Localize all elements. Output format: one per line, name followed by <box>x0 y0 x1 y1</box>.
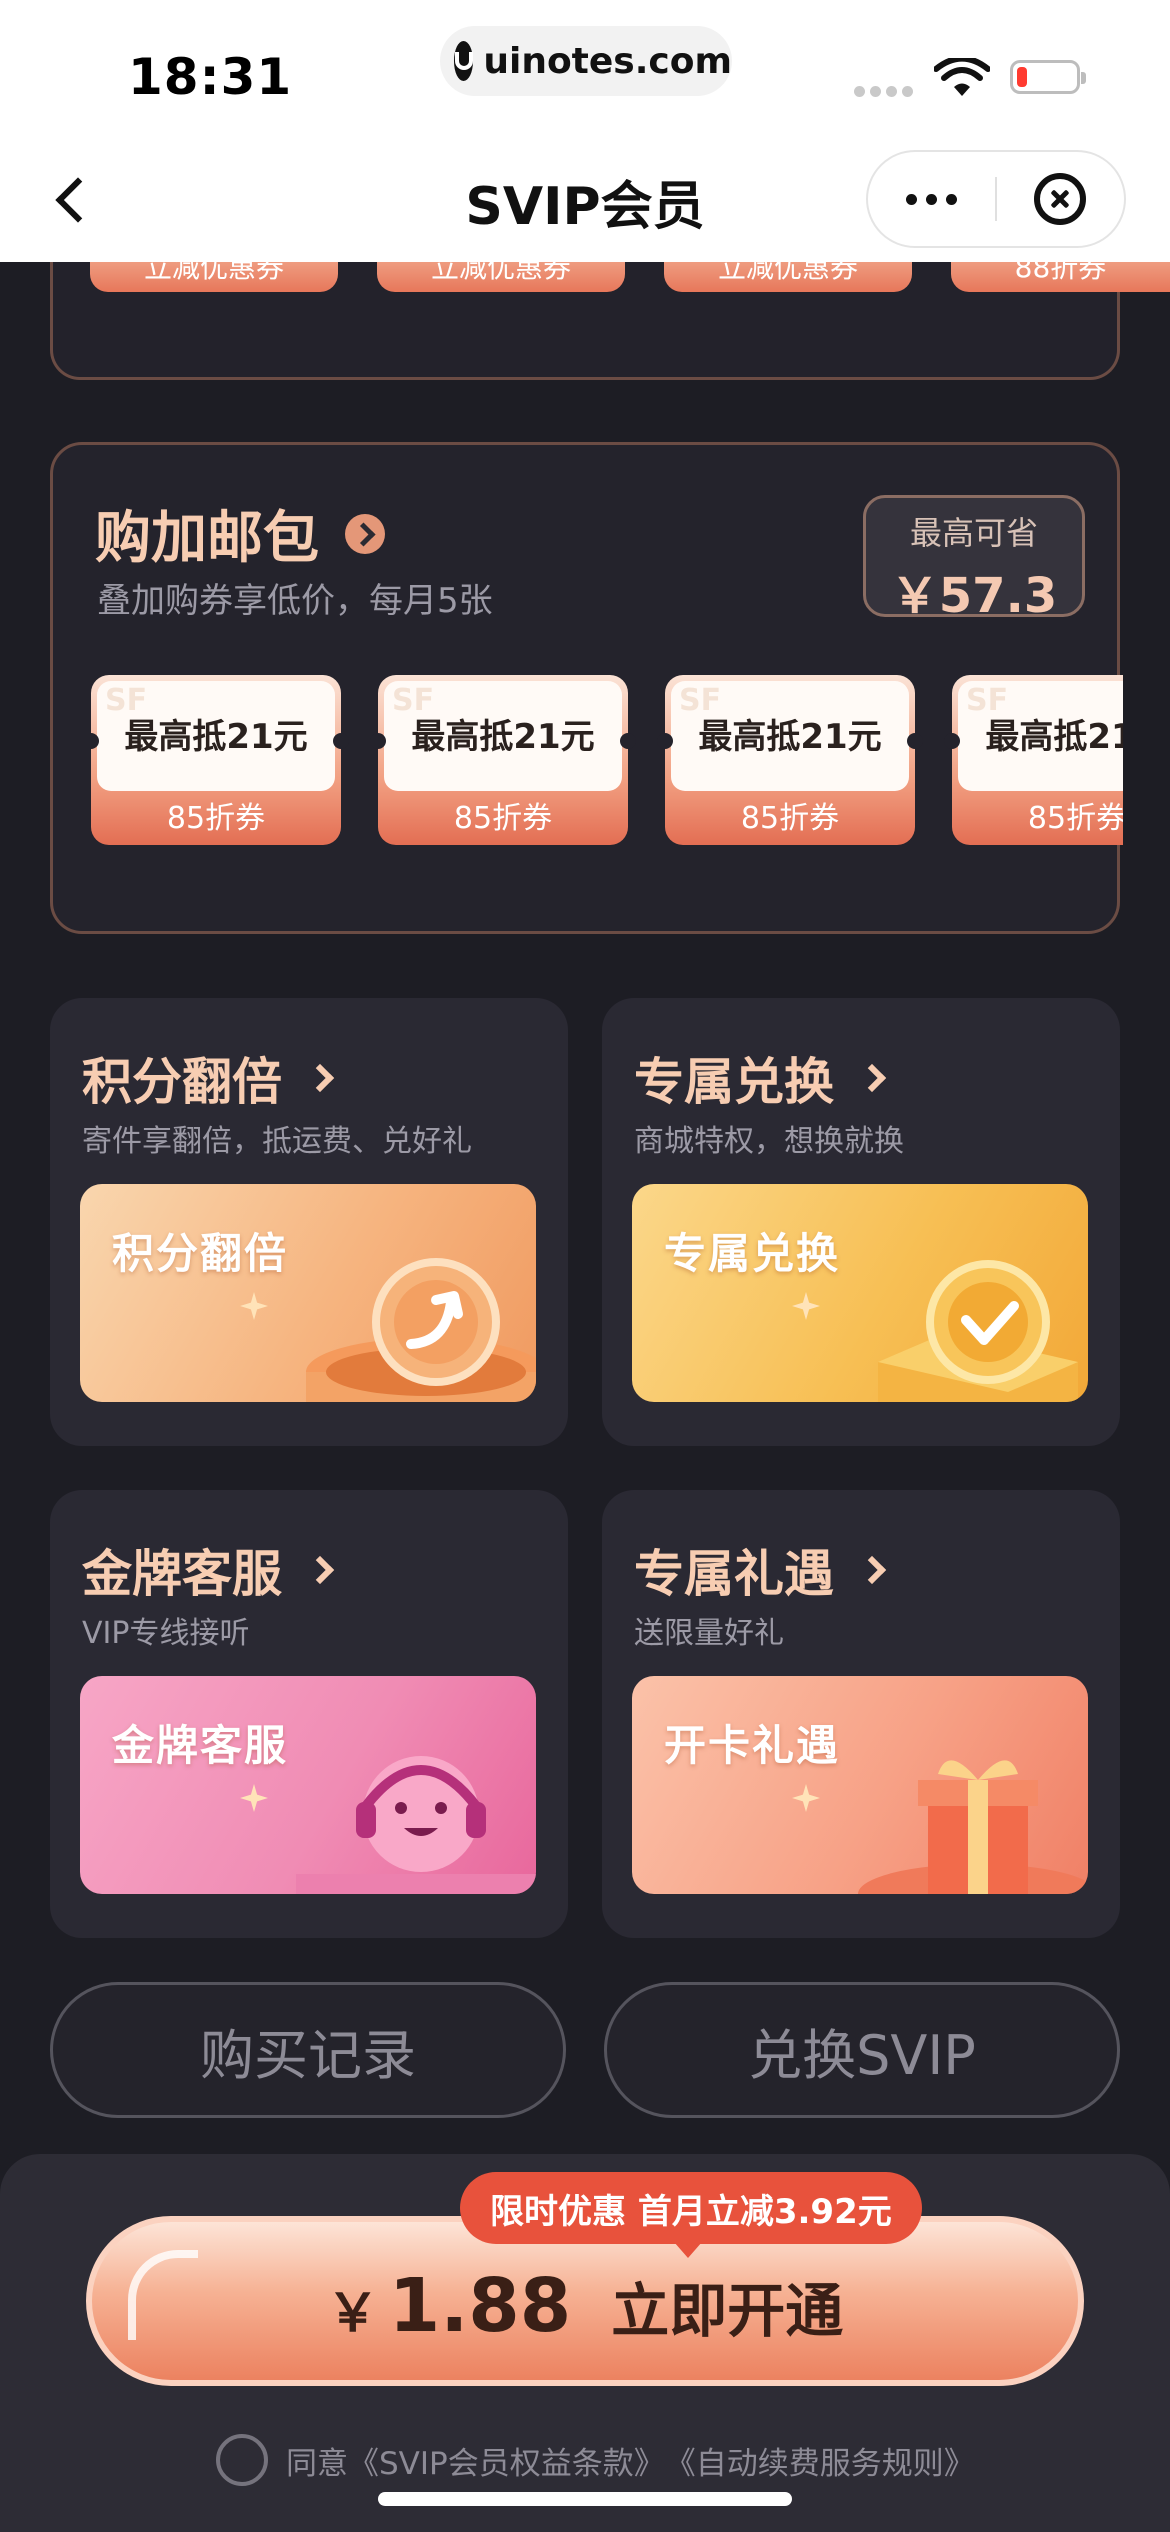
benefit-desc: VIP专线接听 <box>82 1616 250 1651</box>
customer-service-icon <box>296 1756 536 1894</box>
home-indicator <box>378 2492 792 2506</box>
benefit-title: 专属礼遇 <box>634 1534 887 1606</box>
benefit-desc: 送限量好礼 <box>634 1616 784 1651</box>
sparkle-icon <box>240 1292 268 1320</box>
benefit-banner: 金牌客服 <box>80 1676 536 1894</box>
bundle-title: 购加邮包 <box>95 506 319 571</box>
coupon-amount: 最高抵21元 <box>985 717 1123 757</box>
close-icon <box>1034 173 1087 225</box>
bundle-subtitle: 叠加购券享低价，每月5张 <box>97 581 493 621</box>
benefit-title: 积分翻倍 <box>82 1042 335 1114</box>
chevron-right-icon <box>305 1555 335 1585</box>
banner-text: 开卡礼遇 <box>664 1721 841 1770</box>
chevron-right-icon <box>857 1063 887 1093</box>
currency-symbol: ￥ <box>326 2284 379 2344</box>
benefit-banner: 专属兑换 <box>632 1184 1088 1402</box>
benefit-card-exclusive-gift[interactable]: 专属礼遇 送限量好礼 开卡礼遇 <box>602 1490 1120 1938</box>
banner-text: 专属兑换 <box>664 1229 841 1278</box>
coupon-amount: 最高抵21元 <box>124 717 308 757</box>
more-button[interactable] <box>868 152 995 246</box>
benefit-desc: 商城特权，想换就换 <box>634 1124 904 1159</box>
promo-badge: 限时优惠 首月立减3.92元 <box>460 2172 922 2258</box>
cellular-signal-icon <box>854 86 913 97</box>
benefit-banner: 积分翻倍 <box>80 1184 536 1402</box>
chevron-right-icon <box>857 1555 887 1585</box>
banner-text: 积分翻倍 <box>112 1229 289 1278</box>
sparkle-icon <box>792 1292 820 1320</box>
benefit-desc: 寄件享翻倍，抵运费、兑好礼 <box>82 1124 472 1159</box>
coupon-type: 85折券 <box>1027 801 1123 836</box>
coupon-type: 85折券 <box>166 801 266 836</box>
status-time: 18:31 <box>128 48 293 106</box>
coupon-type: 85折券 <box>453 801 553 836</box>
benefit-card-points-double[interactable]: 积分翻倍 寄件享翻倍，抵运费、兑好礼 积分翻倍 <box>50 998 568 1446</box>
coupon-ticket[interactable]: SF 最高抵21元 85折券 <box>91 675 349 845</box>
coupon-ticket[interactable]: SF 最高抵21元 85折券 <box>657 675 923 845</box>
purchase-record-button[interactable]: 购买记录 <box>50 1982 566 2118</box>
open-now-label: 立即开通 <box>611 2277 844 2345</box>
benefit-card-gold-service[interactable]: 金牌客服 VIP专线接听 金牌客服 <box>50 1490 568 1938</box>
coupon-ticket[interactable]: SF 最高抵21元 85折券 <box>370 675 636 845</box>
benefit-banner: 开卡礼遇 <box>632 1676 1088 1894</box>
coupon-list: SF 最高抵21元 85折券 SF 最高抵21元 85折券 SF 最高抵21元 … <box>91 675 1123 851</box>
agreement-row: 同意 《SVIP会员权益条款》 《自动续费服务规则》 <box>216 2430 975 2490</box>
mini-program-capsule <box>866 150 1126 248</box>
price-value: 1.88 <box>388 2263 572 2349</box>
sparkle-icon <box>792 1784 820 1812</box>
site-icon <box>454 41 474 81</box>
benefit-title: 金牌客服 <box>82 1534 335 1606</box>
close-button[interactable] <box>997 152 1124 246</box>
gift-box-icon <box>858 1760 1088 1894</box>
agreement-prefix: 同意 <box>286 2445 348 2482</box>
url-text: uinotes.com <box>483 40 732 82</box>
top-bar: 18:31 uinotes.com SVIP会员 <box>0 0 1170 262</box>
bundle-title-link[interactable]: 购加邮包 <box>95 493 385 574</box>
auto-renew-rules-link[interactable]: 《自动续费服务规则》 <box>665 2438 975 2483</box>
coupon-amount: 最高抵21元 <box>698 717 882 757</box>
button-shine <box>128 2250 198 2340</box>
chevron-right-icon <box>345 513 385 554</box>
chevron-right-icon <box>305 1063 335 1093</box>
max-saving-badge: 最高可省 ￥57.3 <box>863 495 1085 624</box>
coupon-type: 85折券 <box>740 801 840 836</box>
sparkle-icon <box>240 1784 268 1812</box>
ticket-box-icon <box>878 1260 1078 1402</box>
wifi-icon <box>934 58 990 96</box>
max-saving-label: 最高可省 <box>909 514 1038 552</box>
svip-terms-link[interactable]: 《SVIP会员权益条款》 <box>348 2438 665 2483</box>
max-saving-value: ￥57.3 <box>890 568 1058 624</box>
coupon-ticket[interactable]: SF 最高抵21元 85折券 <box>944 675 1123 845</box>
banner-text: 金牌客服 <box>112 1721 289 1770</box>
agreement-checkbox[interactable] <box>216 2434 268 2486</box>
redeem-svip-button[interactable]: 兑换SVIP <box>604 1982 1120 2118</box>
battery-icon <box>1010 60 1086 94</box>
coupon-amount: 最高抵21元 <box>411 717 595 757</box>
url-pill[interactable]: uinotes.com <box>440 26 732 96</box>
price-text: ￥ 1.88 <box>327 2263 572 2349</box>
benefit-title: 专属兑换 <box>634 1042 887 1114</box>
benefit-card-exclusive-exchange[interactable]: 专属兑换 商城特权，想换就换 专属兑换 <box>602 998 1120 1446</box>
mail-bundle-card: 购加邮包 叠加购券享低价，每月5张 最高可省 ￥57.3 SF 最高抵21元 8… <box>50 442 1123 934</box>
coin-box-icon <box>306 1258 536 1402</box>
